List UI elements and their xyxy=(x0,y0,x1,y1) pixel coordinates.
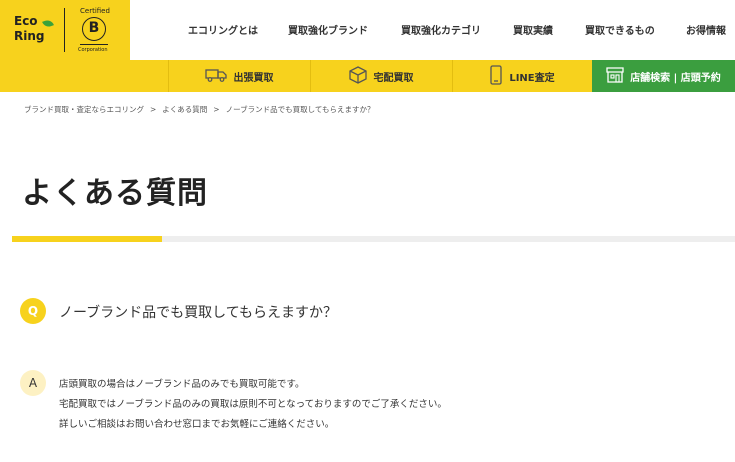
faq-answer-line: 店頭買取の場合はノーブランド品のみでも買取可能です。 xyxy=(59,379,305,390)
bcorp-icon: B xyxy=(82,17,106,41)
bcorp-certified-text: Certified xyxy=(80,7,110,15)
bcorp-line xyxy=(80,44,108,45)
service-bar: 出張買取 宅配買取 LINE査定 店舗検索 | 店頭予約 xyxy=(0,60,735,92)
bar-item-delivery-label: 宅配買取 xyxy=(373,72,414,84)
nav-about[interactable]: エコリングとは xyxy=(188,22,258,37)
bar-item-visit[interactable]: 出張買取 xyxy=(168,60,309,92)
store-search-button[interactable]: 店舗検索 | 店頭予約 xyxy=(592,60,735,92)
bar-item-delivery[interactable]: 宅配買取 xyxy=(310,60,451,92)
breadcrumb: ブランド買取・査定ならエコリング > よくある質問 > ノーブランド品でも買取してもらえ… xyxy=(24,104,375,115)
logo-divider xyxy=(64,8,65,52)
smartphone-icon xyxy=(490,64,502,88)
title-underline-accent xyxy=(12,236,162,242)
nav-items[interactable]: 買取できるもの xyxy=(585,22,655,37)
breadcrumb-separator: > xyxy=(150,105,157,114)
page-title: よくある質問 xyxy=(22,176,208,211)
store-icon xyxy=(606,66,624,86)
bar-item-line-label: LINE査定 xyxy=(509,72,555,84)
breadcrumb-faq[interactable]: よくある質問 xyxy=(162,105,207,114)
answer-badge: A xyxy=(20,370,46,396)
faq-question: ノーブランド品でも買取してもらえますか？ xyxy=(59,305,338,321)
faq-answer-line: 詳しいご相談はお問い合わせ窓口までお気軽にご連絡ください。 xyxy=(59,419,335,430)
logo-line1: Eco xyxy=(14,14,38,28)
logo-line2: Ring xyxy=(14,29,45,43)
site-header: Eco Ring Certified B Corporation エコリングとは… xyxy=(0,0,735,60)
breadcrumb-home[interactable]: ブランド買取・査定ならエコリング xyxy=(24,105,144,114)
nav-deals[interactable]: お得情報 xyxy=(686,22,726,37)
top-navigation: エコリングとは 買取強化ブランド 買取強化カテゴリ 買取実績 買取できるもの お… xyxy=(130,0,735,60)
truck-icon xyxy=(204,68,227,85)
logo-wordmark: Eco Ring xyxy=(14,14,45,44)
breadcrumb-current: ノーブランド品でも買取してもらえますか？ xyxy=(225,105,375,114)
question-badge: Q xyxy=(20,298,46,324)
breadcrumb-separator: > xyxy=(213,105,220,114)
bcorp-corporation-text: Corporation xyxy=(78,47,108,53)
faq-answer-line: 宅配買取ではノーブランド品のみの買取は原則不可となっておりますのでご了承ください… xyxy=(59,399,447,410)
nav-categories[interactable]: 買取強化カテゴリ xyxy=(401,22,481,37)
faq-answer: 店頭買取の場合はノーブランド品のみでも買取可能です。 宅配買取ではノーブランド品… xyxy=(59,375,447,435)
bar-item-line[interactable]: LINE査定 xyxy=(452,60,592,92)
box-icon xyxy=(348,65,367,87)
nav-brands[interactable]: 買取強化ブランド xyxy=(288,22,368,37)
nav-results[interactable]: 買取実績 xyxy=(513,22,553,37)
ecoring-logo[interactable]: Eco Ring Certified B Corporation xyxy=(0,0,130,60)
store-search-label: 店舗検索 | 店頭予約 xyxy=(630,72,721,84)
bar-item-visit-label: 出張買取 xyxy=(233,72,274,84)
